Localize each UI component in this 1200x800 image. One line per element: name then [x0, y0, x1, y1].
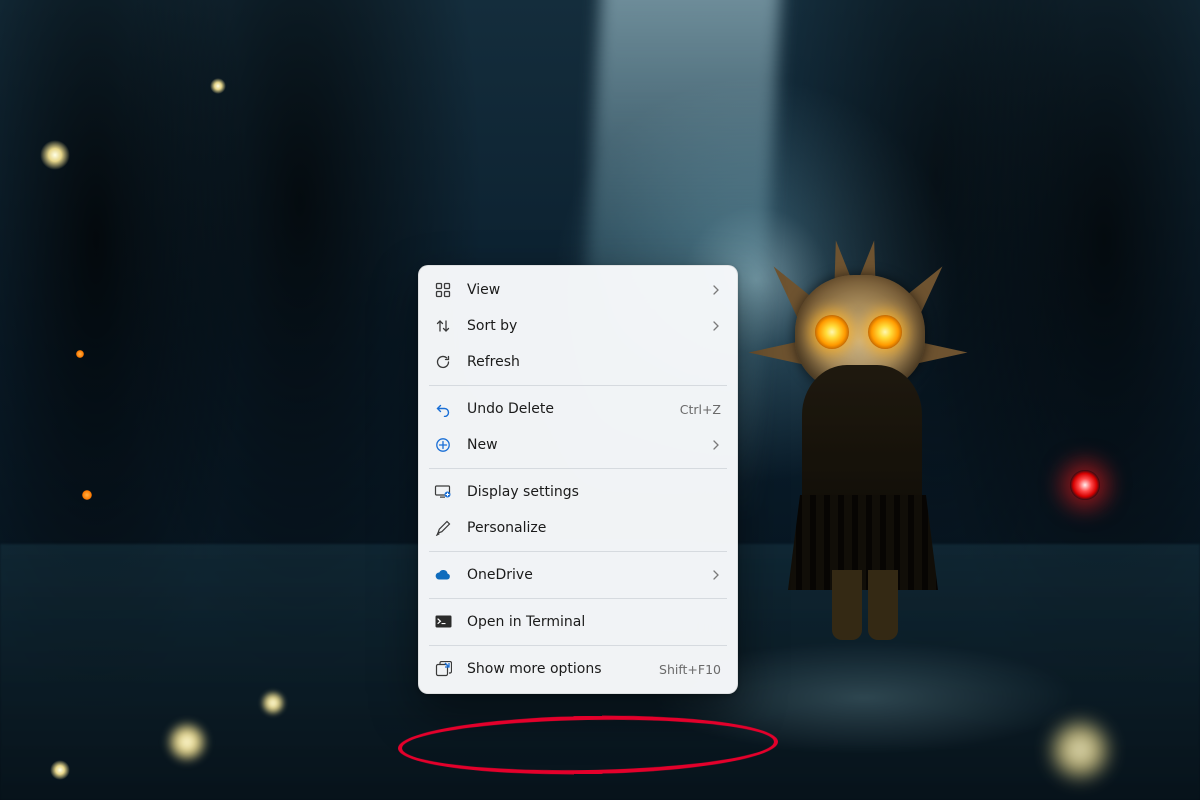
new-icon — [433, 435, 453, 455]
menu-separator — [429, 645, 727, 646]
chevron-right-icon — [711, 321, 721, 331]
menu-separator — [429, 385, 727, 386]
menu-separator — [429, 598, 727, 599]
refresh-icon — [433, 352, 453, 372]
menu-item-display-settings[interactable]: Display settings — [425, 474, 731, 510]
menu-item-view[interactable]: View — [425, 272, 731, 308]
menu-item-personalize[interactable]: Personalize — [425, 510, 731, 546]
menu-item-label: OneDrive — [467, 567, 697, 583]
chevron-right-icon — [711, 570, 721, 580]
onedrive-icon — [433, 565, 453, 585]
wallpaper-character — [760, 270, 980, 650]
menu-separator — [429, 551, 727, 552]
menu-item-show-more-options[interactable]: Show more options Shift+F10 — [425, 651, 731, 687]
menu-item-label: Refresh — [467, 354, 721, 370]
menu-item-label: Open in Terminal — [467, 614, 721, 630]
menu-item-sort[interactable]: Sort by — [425, 308, 731, 344]
menu-item-onedrive[interactable]: OneDrive — [425, 557, 731, 593]
red-orb — [1070, 470, 1100, 500]
grid-icon — [433, 280, 453, 300]
menu-item-undo[interactable]: Undo Delete Ctrl+Z — [425, 391, 731, 427]
menu-item-accelerator: Ctrl+Z — [680, 402, 721, 417]
menu-separator — [429, 468, 727, 469]
menu-item-label: Sort by — [467, 318, 697, 334]
menu-item-label: New — [467, 437, 697, 453]
sort-icon — [433, 316, 453, 336]
menu-item-label: View — [467, 282, 697, 298]
menu-item-label: Personalize — [467, 520, 721, 536]
display-settings-icon — [433, 482, 453, 502]
undo-icon — [433, 399, 453, 419]
menu-item-label: Undo Delete — [467, 401, 658, 417]
chevron-right-icon — [711, 440, 721, 450]
menu-item-accelerator: Shift+F10 — [659, 662, 721, 677]
menu-item-label: Show more options — [467, 661, 637, 677]
chevron-right-icon — [711, 285, 721, 295]
more-options-icon — [433, 659, 453, 679]
terminal-icon — [433, 612, 453, 632]
menu-item-refresh[interactable]: Refresh — [425, 344, 731, 380]
menu-item-new[interactable]: New — [425, 427, 731, 463]
personalize-icon — [433, 518, 453, 538]
menu-item-label: Display settings — [467, 484, 721, 500]
desktop-context-menu: View Sort by Refresh — [418, 265, 738, 694]
menu-item-terminal[interactable]: Open in Terminal — [425, 604, 731, 640]
